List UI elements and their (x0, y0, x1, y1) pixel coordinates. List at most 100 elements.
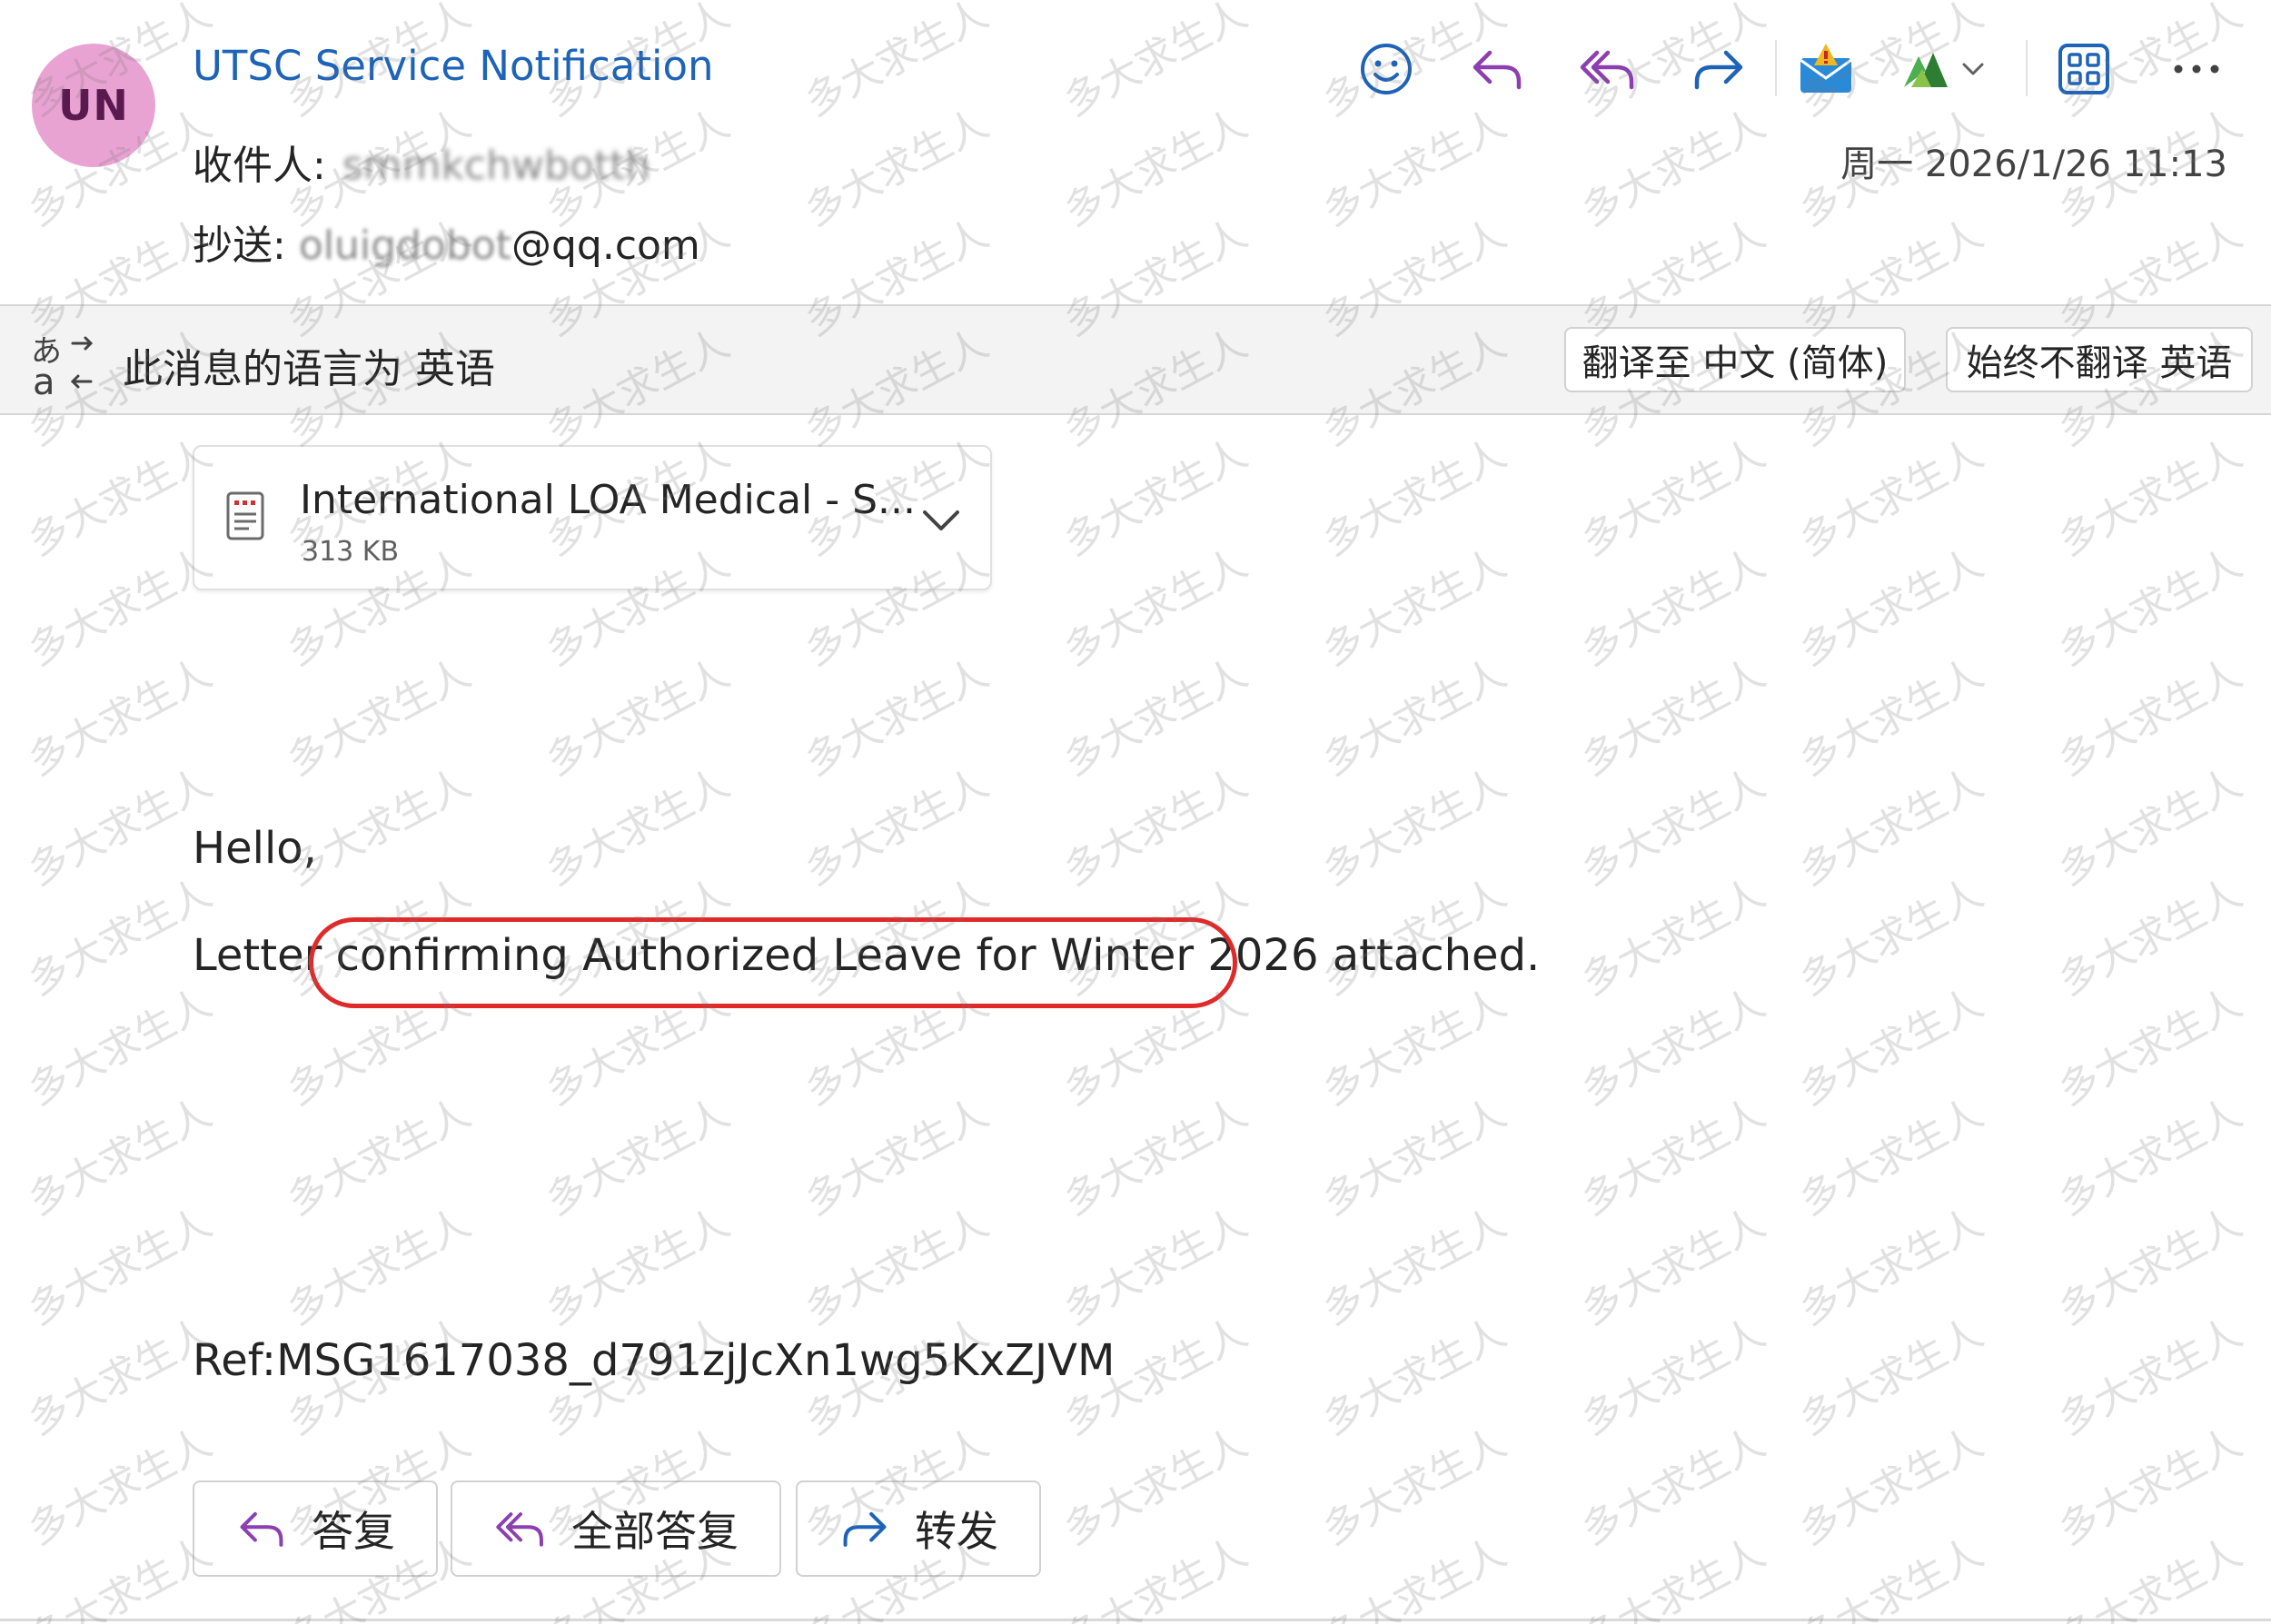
watermark-text: 多大求生人 (1056, 759, 1255, 896)
to-label: 收件人: (193, 143, 326, 189)
watermark-text: 多大求生人 (1315, 540, 1514, 676)
watermark-text: 多大求生人 (2051, 1089, 2250, 1225)
watermark-text: 多大求生人 (21, 649, 220, 786)
reply-button[interactable]: 答复 (193, 1480, 438, 1577)
watermark-text: 多大求生人 (1792, 1199, 1991, 1335)
watermark-text: 多大求生人 (21, 869, 220, 1005)
watermark-text: 多大求生人 (1792, 1419, 1991, 1555)
watermark-text: 多大求生人 (2051, 1199, 2250, 1335)
watermark-text: 多大求生人 (539, 649, 738, 786)
more-icon[interactable] (2160, 33, 2233, 105)
reference-text: Ref:MSG1617038_d791zjJcXn1wg5KxZJVM (193, 1335, 1116, 1386)
watermark-text: 多大求生人 (2051, 540, 2250, 676)
watermark-text: 多大求生人 (539, 1089, 738, 1225)
watermark-text: 多大求生人 (2051, 430, 2250, 566)
watermark-text: 多大求生人 (1574, 540, 1773, 676)
watermark-text: 多大求生人 (21, 1089, 220, 1225)
reply-icon[interactable] (1461, 33, 1533, 105)
reply-all-button-label: 全部答复 (571, 1507, 739, 1556)
watermark-text: 多大求生人 (1056, 100, 1255, 236)
watermark-text: 多大求生人 (1574, 1419, 1773, 1555)
watermark-text: 多大求生人 (1056, 540, 1255, 676)
sender-avatar[interactable]: UN (32, 44, 155, 167)
document-icon (225, 490, 271, 549)
watermark-text: 多大求生人 (1792, 1309, 1991, 1445)
watermark-text: 多大求生人 (21, 759, 220, 896)
chevron-down-icon[interactable] (1946, 33, 2000, 105)
watermark-text: 多大求生人 (1574, 1309, 1773, 1445)
watermark-text: 多大求生人 (2051, 869, 2250, 1005)
watermark-text: 多大求生人 (1315, 759, 1514, 896)
watermark-text: 多大求生人 (1792, 540, 1991, 676)
watermark-text: 多大求生人 (1574, 979, 1773, 1115)
to-recipient[interactable]: smmkchwbotth (342, 143, 650, 189)
watermark-text: 多大求生人 (1315, 649, 1514, 786)
bottom-divider (0, 1619, 2271, 1621)
body-line-suffix: attached. (1318, 930, 1541, 981)
attachment-size: 313 KB (302, 536, 400, 568)
watermark-text: 多大求生人 (1792, 1089, 1991, 1225)
watermark-text: 多大求生人 (798, 649, 997, 786)
reply-button-label: 答复 (312, 1507, 395, 1556)
watermark-text: 多大求生人 (1574, 100, 1773, 236)
watermark-text: 多大求生人 (798, 1199, 997, 1335)
watermark-text: 多大求生人 (2051, 759, 2250, 896)
watermark-text: 多大求生人 (2051, 1529, 2250, 1624)
watermark-text: 多大求生人 (1574, 649, 1773, 786)
forward-icon (843, 1511, 887, 1547)
reply-all-icon[interactable] (1572, 33, 1644, 105)
svg-text:a: a (33, 361, 55, 398)
watermark-text: 多大求生人 (1056, 649, 1255, 786)
watermark-text: 多大求生人 (21, 540, 220, 676)
watermark-text: 多大求生人 (1574, 759, 1773, 896)
watermark-text: 多大求生人 (1056, 1089, 1255, 1225)
forward-icon[interactable] (1682, 33, 1755, 105)
attachment-name[interactable]: International LOA Medical - S... (300, 477, 916, 523)
watermark-text: 多大求生人 (2051, 1419, 2250, 1555)
cc-recipient-obscured[interactable]: oluigdobot (299, 223, 511, 269)
watermark-text: 多大求生人 (1315, 979, 1514, 1115)
never-translate-button[interactable]: 始终不翻译 英语 (1946, 327, 2253, 392)
reply-icon (240, 1511, 283, 1547)
watermark-text: 多大求生人 (2051, 649, 2250, 786)
watermark-text: 多大求生人 (539, 1199, 738, 1335)
watermark-text: 多大求生人 (1315, 1419, 1514, 1555)
translate-button[interactable]: 翻译至 中文 (简体) (1564, 327, 1906, 392)
watermark-text: 多大求生人 (539, 759, 738, 896)
watermark-text: 多大求生人 (1792, 1529, 1991, 1624)
forward-button[interactable]: 转发 (796, 1480, 1041, 1577)
watermark-text: 多大求生人 (1574, 869, 1773, 1005)
attachment-chevron-down-icon[interactable] (919, 505, 963, 540)
watermark-text: 多大求生人 (1056, 1529, 1255, 1624)
watermark-text: 多大求生人 (1792, 649, 1991, 786)
watermark-text: 多大求生人 (798, 100, 997, 236)
watermark-text: 多大求生人 (1574, 1089, 1773, 1225)
watermark-text: 多大求生人 (1315, 100, 1514, 236)
watermark-text: 多大求生人 (1315, 1529, 1514, 1624)
translate-icon: あ a (27, 325, 100, 403)
emoji-icon[interactable] (1350, 33, 1423, 105)
watermark-text: 多大求生人 (1056, 430, 1255, 566)
cc-recipient-domain[interactable]: @qq.com (511, 223, 700, 269)
report-mail-icon[interactable] (1790, 33, 1862, 105)
reply-all-button[interactable]: 全部答复 (451, 1480, 781, 1577)
watermark-text: 多大求生人 (21, 1309, 220, 1445)
watermark-text: 多大求生人 (21, 430, 220, 566)
watermark-text: 多大求生人 (280, 1199, 479, 1335)
watermark-text: 多大求生人 (798, 1089, 997, 1225)
sender-name[interactable]: UTSC Service Notification (193, 42, 714, 90)
watermark-text: 多大求生人 (21, 1199, 220, 1335)
red-highlight-circle (309, 917, 1237, 1008)
watermark-text: 多大求生人 (1056, 1419, 1255, 1555)
sent-date: 周一 2026/1/26 11:13 (1840, 144, 2227, 185)
watermark-text: 多大求生人 (280, 1089, 479, 1225)
watermark-text: 多大求生人 (1315, 1089, 1514, 1225)
watermark-text: 多大求生人 (1574, 1199, 1773, 1335)
to-row: 收件人: smmkchwbotth (193, 133, 650, 191)
watermark-text: 多大求生人 (1792, 430, 1991, 566)
apps-grid-icon[interactable] (2048, 33, 2120, 105)
watermark-text: 多大求生人 (1315, 1309, 1514, 1445)
reply-all-icon (496, 1512, 543, 1547)
watermark-text: 多大求生人 (798, 0, 997, 126)
watermark-text: 多大求生人 (21, 979, 220, 1115)
